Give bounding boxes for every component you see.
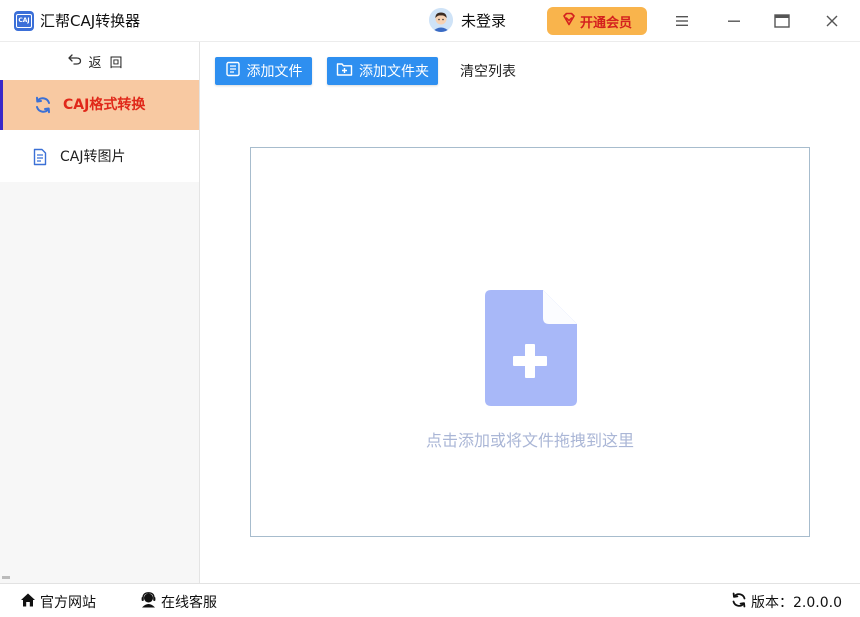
- home-icon: [20, 592, 36, 613]
- vip-button-label: 开通会员: [579, 15, 632, 31]
- online-support-link[interactable]: 在线客服: [140, 592, 217, 613]
- back-button[interactable]: 返回: [0, 42, 199, 80]
- add-folder-label: 添加文件夹: [359, 64, 429, 80]
- sidebar-item-label: CAJ转图片: [60, 149, 126, 165]
- file-list-icon: [225, 61, 241, 81]
- title-bar: CAJ 汇帮CAJ转换器 未登录 开通会员: [0, 0, 860, 42]
- maximize-button[interactable]: [770, 9, 794, 33]
- app-logo-text: CAJ: [16, 14, 32, 28]
- vip-button[interactable]: 开通会员: [547, 7, 647, 35]
- online-support-label: 在线客服: [161, 594, 217, 611]
- clear-list-button[interactable]: 清空列表: [460, 62, 516, 82]
- scroll-handle[interactable]: [2, 576, 10, 579]
- refresh-icon: [34, 96, 52, 114]
- diamond-icon: [562, 12, 576, 30]
- file-drop-zone[interactable]: 点击添加或将文件拖拽到这里: [250, 147, 810, 537]
- sidebar-item-caj-format-convert[interactable]: CAJ格式转换: [0, 80, 199, 130]
- close-button[interactable]: [820, 9, 844, 33]
- sidebar-item-label: CAJ格式转换: [63, 97, 146, 113]
- minimize-button[interactable]: [722, 9, 746, 33]
- minimize-icon: [728, 20, 740, 22]
- app-title: 汇帮CAJ转换器: [40, 12, 141, 30]
- undo-arrow-icon: [68, 53, 82, 69]
- maximize-icon: [774, 14, 790, 28]
- add-file-icon: [485, 290, 577, 406]
- close-icon: [826, 15, 838, 27]
- drop-zone-hint: 点击添加或将文件拖拽到这里: [425, 431, 634, 450]
- version-info: 版本：2.0.0.0: [731, 592, 842, 613]
- app-logo-icon: CAJ: [14, 11, 34, 31]
- customer-service-icon: [140, 592, 157, 613]
- sidebar-menu: 返回 CAJ格式转换 CAJ转图片: [0, 42, 199, 182]
- version-label: 版本：2.0.0.0: [751, 594, 842, 611]
- login-status[interactable]: 未登录: [461, 11, 506, 31]
- footer-bar: 官方网站 在线客服 版本：2.0.0.0: [0, 583, 860, 617]
- add-folder-button[interactable]: 添加文件夹: [327, 57, 438, 85]
- document-icon: [31, 148, 49, 166]
- menu-button[interactable]: [670, 9, 694, 33]
- back-button-label: 返回: [88, 55, 131, 71]
- add-file-label: 添加文件: [246, 64, 303, 80]
- sidebar-item-caj-to-image[interactable]: CAJ转图片: [0, 132, 199, 182]
- sync-icon[interactable]: [731, 592, 747, 613]
- folder-add-icon: [336, 61, 353, 81]
- official-website-link[interactable]: 官方网站: [20, 592, 96, 613]
- official-website-label: 官方网站: [40, 594, 96, 611]
- add-file-button[interactable]: 添加文件: [215, 57, 312, 85]
- sidebar: 返回 CAJ格式转换 CAJ转图片: [0, 42, 200, 583]
- hamburger-icon: [676, 16, 688, 26]
- user-avatar-icon[interactable]: [429, 8, 453, 32]
